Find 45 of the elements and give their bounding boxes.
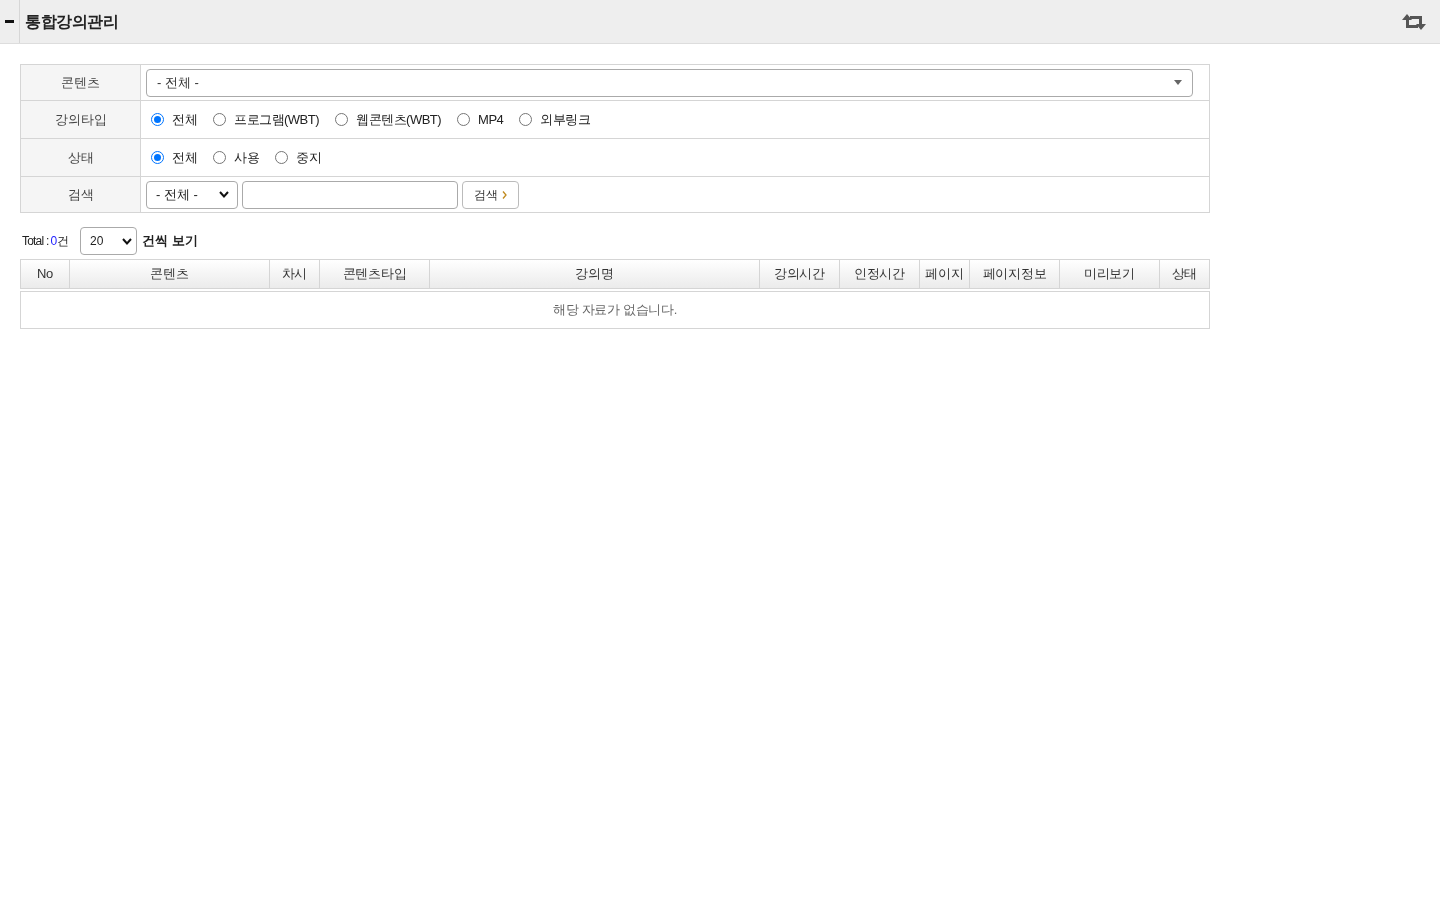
filter-label: 강의타입	[54, 110, 107, 129]
content-select[interactable]: - 전체 -	[146, 68, 1193, 97]
radio-label: 외부링크	[540, 110, 591, 129]
chevron-right-icon	[502, 190, 507, 199]
page-title: 통합강의관리	[25, 11, 118, 32]
radio-label: 전체	[172, 148, 197, 167]
total-label: Total :	[22, 233, 49, 250]
column-header: 페이지	[920, 260, 970, 288]
radio-button[interactable]	[335, 113, 349, 126]
refresh-icon[interactable]	[1402, 13, 1426, 30]
column-header: 콘텐츠	[70, 260, 270, 288]
column-header: 상태	[1170, 265, 1199, 284]
radio-button[interactable]	[213, 151, 226, 164]
column-header: 강의명	[430, 260, 760, 288]
radio-label: 웹콘텐츠(WBT)	[356, 110, 442, 129]
filter-label: 콘텐츠	[61, 73, 100, 92]
column-header: 콘텐츠타입	[320, 260, 430, 288]
page-size-label: 건씩 보기	[142, 232, 198, 251]
empty-message: 해당 자료가 없습니다.	[552, 301, 678, 320]
count-unit: 건	[57, 233, 70, 250]
column-header: 차시	[270, 260, 320, 288]
column-header: 페이지정보	[970, 260, 1060, 288]
radio-label: 중지	[296, 148, 321, 167]
column-header: No	[21, 260, 70, 288]
column-header: 미리보기	[1060, 260, 1160, 288]
radio-button[interactable]	[213, 113, 226, 126]
radio-button[interactable]	[519, 113, 533, 126]
search-type-select[interactable]: - 전체 -	[146, 180, 238, 209]
total-count: 0	[50, 233, 58, 250]
chevron-down-icon	[219, 191, 229, 198]
page-size-select[interactable]: 20	[80, 227, 138, 255]
chevron-down-icon	[122, 237, 133, 245]
radio-label: MP4	[478, 110, 504, 129]
search-input[interactable]	[242, 180, 458, 209]
search-button[interactable]: 검색	[462, 180, 519, 209]
filter-label: 검색	[67, 185, 94, 204]
filter-label: 상태	[67, 148, 94, 167]
column-header: 강의시간	[760, 260, 840, 288]
radio-button[interactable]	[457, 113, 471, 126]
radio-label: 프로그램(WBT)	[234, 110, 320, 129]
radio-label: 전체	[172, 110, 197, 129]
column-header: 인정시간	[840, 260, 920, 288]
radio-label: 사용	[234, 148, 259, 167]
radio-button[interactable]	[275, 151, 288, 164]
caret-icon	[1174, 80, 1182, 85]
